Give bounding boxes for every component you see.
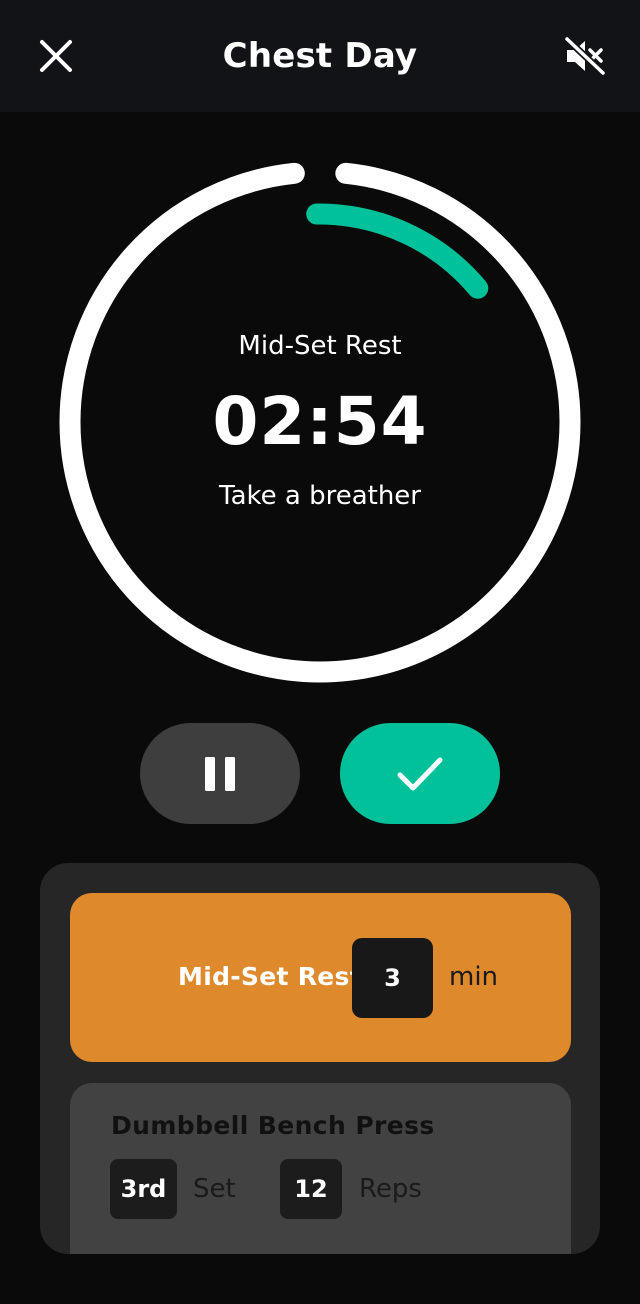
timer-progress-arc [306, 203, 489, 299]
rest-timer: Mid-Set Rest 02:54 Take a breather [0, 112, 640, 712]
rest-minutes-unit: min [449, 962, 499, 992]
set-number-badge: 3rd [110, 1159, 177, 1219]
reps-label: Reps [359, 1174, 422, 1204]
workout-queue: Mid-Set Rest 3 min Dumbbell Bench Press … [40, 863, 600, 1254]
volume-muted-icon [563, 36, 607, 76]
rest-card-label: Mid-Set Rest [178, 962, 362, 991]
countdown-display: 02:54 [212, 383, 428, 460]
exercise-card[interactable]: Dumbbell Bench Press 3rd Set 12 Reps [70, 1083, 571, 1254]
set-label: Set [193, 1174, 236, 1204]
top-bar: Chest Day [0, 0, 640, 112]
reps-count-badge: 12 [280, 1159, 342, 1219]
timer-subtitle: Take a breather [218, 481, 421, 511]
mute-button[interactable] [556, 28, 614, 84]
rest-minutes-value[interactable]: 3 [352, 938, 433, 1018]
exercise-name: Dumbbell Bench Press [111, 1111, 435, 1140]
complete-button[interactable] [340, 723, 500, 824]
timer-label: Mid-Set Rest [238, 331, 402, 361]
pause-button[interactable] [140, 723, 300, 824]
pause-icon [205, 756, 235, 791]
close-button[interactable] [28, 28, 84, 84]
rest-card[interactable]: Mid-Set Rest 3 min [70, 893, 571, 1062]
checkmark-icon [397, 757, 443, 790]
workout-title: Chest Day [222, 36, 418, 76]
close-icon [40, 40, 72, 72]
